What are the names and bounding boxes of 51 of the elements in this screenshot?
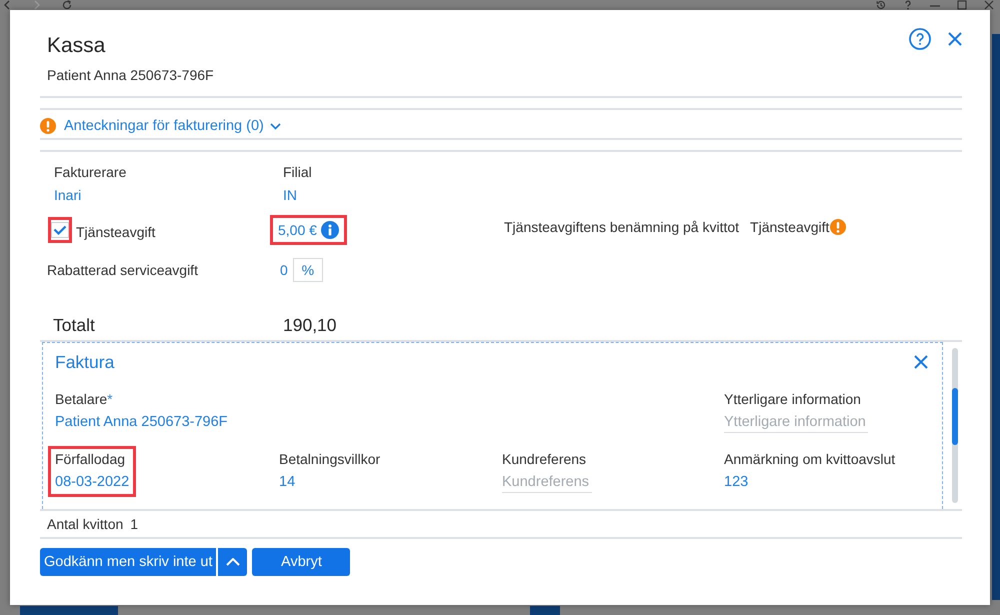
field-label: Ytterligare information bbox=[724, 390, 862, 409]
dialog-title: Kassa bbox=[47, 34, 106, 58]
field-label: Filial bbox=[283, 163, 313, 182]
warning-icon bbox=[40, 118, 56, 134]
checkbox[interactable] bbox=[51, 222, 69, 238]
text-field[interactable]: Kundreferens bbox=[502, 471, 592, 493]
warning-icon bbox=[830, 219, 846, 235]
refresh-icon[interactable] bbox=[62, 0, 72, 10]
field-value[interactable]: 08-03-2022 bbox=[55, 472, 130, 492]
close-icon[interactable] bbox=[914, 355, 928, 369]
caret-icon bbox=[226, 558, 240, 566]
dropdown-toggle-button[interactable] bbox=[218, 548, 248, 576]
approve-button[interactable]: Godkänn men skriv inte ut bbox=[40, 548, 216, 576]
field-label: Tjänsteavgiftens benämning på kvittot bbox=[504, 218, 740, 237]
checkbox-label: Tjänsteavgift bbox=[76, 222, 156, 242]
info-icon[interactable] bbox=[320, 221, 339, 239]
field-label: Fakturerare bbox=[54, 163, 128, 182]
field-value[interactable]: IN bbox=[283, 185, 504, 205]
scrollbar[interactable] bbox=[952, 348, 958, 503]
field-label: Förfallodag bbox=[55, 450, 126, 469]
field-value[interactable]: 123 bbox=[724, 472, 896, 492]
unit-toggle[interactable]: % bbox=[292, 258, 323, 282]
scrollbar-thumb[interactable] bbox=[952, 388, 958, 445]
field-value: 1 bbox=[130, 515, 138, 534]
text-field[interactable]: Ytterligare information bbox=[724, 411, 868, 433]
help-icon[interactable] bbox=[909, 28, 931, 50]
field-value[interactable]: Patient Anna 250673-796F bbox=[55, 412, 228, 432]
field-value[interactable]: Inari bbox=[54, 185, 270, 205]
field-label: Antal kvitton bbox=[47, 515, 124, 534]
field-value[interactable]: 14 bbox=[279, 472, 380, 492]
discount-value[interactable]: 0 bbox=[280, 260, 288, 280]
total-value: 190,10 bbox=[282, 314, 338, 337]
notes-toggle-link[interactable]: Anteckningar för fakturering (0) bbox=[64, 116, 281, 136]
close-icon[interactable] bbox=[948, 32, 962, 46]
field-label: Betalningsvillkor bbox=[279, 450, 380, 469]
fee-amount[interactable]: 5,00 € bbox=[278, 220, 317, 240]
help-icon[interactable] bbox=[903, 0, 913, 10]
total-label: Totalt bbox=[52, 314, 96, 337]
chevron-down-icon[interactable] bbox=[270, 122, 281, 130]
invoice-title: Faktura bbox=[55, 351, 114, 374]
patient-subtitle: Patient Anna 250673-796F bbox=[47, 66, 214, 84]
background-panel bbox=[530, 606, 560, 615]
maximize-icon[interactable] bbox=[957, 0, 967, 10]
close-icon[interactable] bbox=[984, 0, 994, 10]
cancel-button[interactable]: Avbryt bbox=[252, 548, 350, 576]
field-label: Rabatterad serviceavgift bbox=[46, 261, 199, 280]
field-label: Kundreferens bbox=[502, 450, 588, 469]
field-label: Anmärkning om kvittoavslut bbox=[724, 450, 896, 469]
field-value: Tjänsteavgift bbox=[750, 218, 830, 237]
field-label: Betalare* bbox=[55, 390, 114, 409]
history-icon[interactable] bbox=[876, 0, 886, 10]
